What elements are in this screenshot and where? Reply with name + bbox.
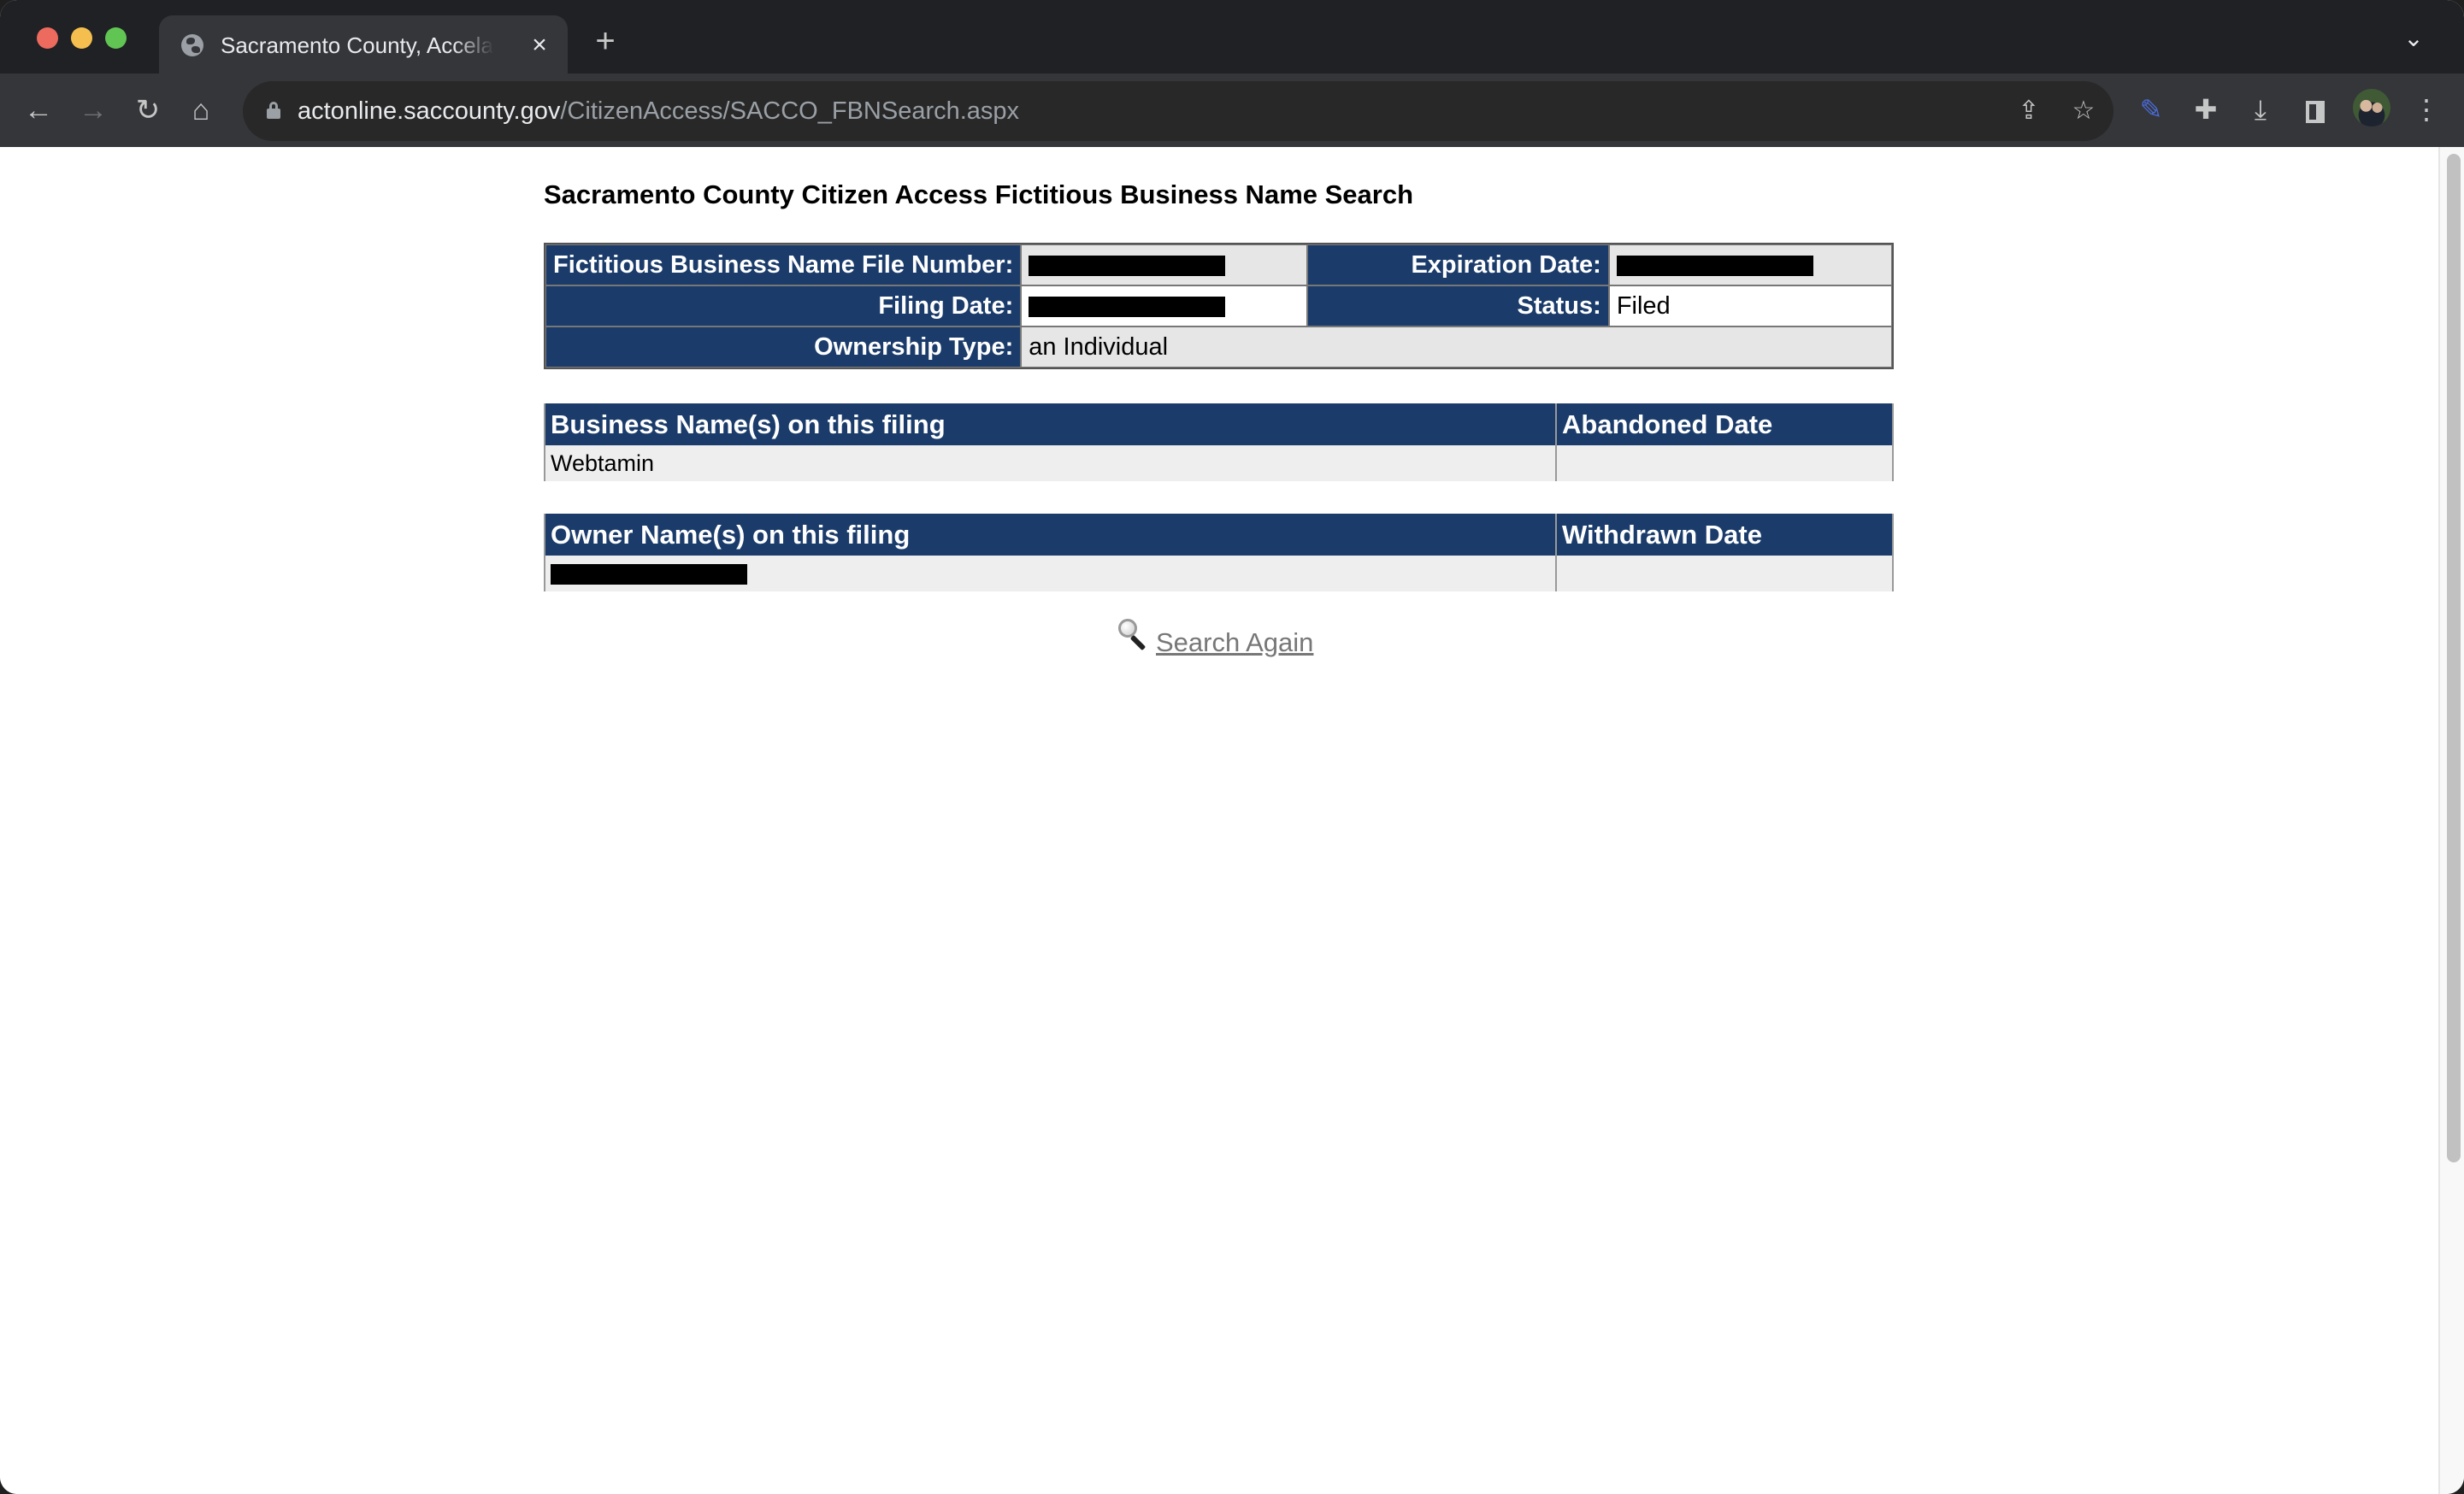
owner-names-table: Owner Name(s) on this filing Withdrawn D… (544, 514, 1894, 591)
abandoned-date-header: Abandoned Date (1555, 403, 1892, 445)
file-number-value (1021, 244, 1308, 285)
details-row: Filing Date: Status: Filed (545, 285, 1892, 326)
minimize-window-button[interactable] (71, 27, 92, 49)
url-path: /CitizenAccess/SACCO_FBNSearch.aspx (560, 97, 1020, 125)
redacted-block (1029, 255, 1226, 276)
profile-avatar[interactable] (2353, 89, 2390, 126)
tab-active[interactable]: Sacramento County, Accela Search × (159, 15, 568, 74)
eyedropper-extension-icon[interactable]: ✎ (2132, 91, 2170, 128)
download-icon[interactable]: ⤓ (2242, 91, 2279, 128)
reload-icon[interactable]: ↻ (128, 91, 168, 130)
close-window-button[interactable] (37, 27, 58, 49)
redacted-block (1616, 255, 1813, 276)
redacted-block (1029, 296, 1226, 317)
status-value: Filed (1608, 285, 1892, 326)
scrollbar-thumb[interactable] (2447, 154, 2461, 1162)
business-names-table: Business Name(s) on this filing Abandone… (544, 403, 1894, 481)
back-icon[interactable]: ← (19, 91, 58, 130)
search-again-label[interactable]: Search Again (1156, 627, 1313, 658)
bookmark-star-icon[interactable]: ☆ (2067, 95, 2100, 127)
tab-title: Sacramento County, Accela Search (221, 32, 494, 58)
business-name-header: Business Name(s) on this filing (545, 403, 1555, 445)
page-content: Sacramento County Citizen Access Fictiti… (0, 147, 2438, 1494)
withdrawn-date-cell (1555, 556, 1892, 591)
redacted-block (551, 564, 747, 585)
details-row: Ownership Type: an Individual (545, 326, 1892, 368)
table-row: Webtamin (545, 445, 1892, 481)
ownership-type-value: an Individual (1021, 326, 1892, 368)
lock-icon[interactable] (267, 102, 280, 119)
home-icon[interactable]: ⌂ (181, 91, 221, 130)
business-name-cell: Webtamin (545, 445, 1555, 481)
maximize-window-button[interactable] (105, 27, 127, 49)
browser-toolbar: ← → ↻ ⌂ actonline.saccounty.gov/CitizenA… (0, 74, 2464, 147)
table-header-row: Business Name(s) on this filing Abandone… (545, 403, 1892, 445)
expiration-date-label: Expiration Date: (1307, 244, 1609, 285)
ownership-type-label: Ownership Type: (545, 326, 1022, 368)
table-row (545, 556, 1892, 591)
tab-strip: Sacramento County, Accela Search × + ⌄ (0, 0, 2464, 74)
url-host: actonline.saccounty.gov (298, 97, 561, 125)
expiration-date-value (1608, 244, 1892, 285)
url-text[interactable]: actonline.saccounty.gov/CitizenAccess/SA… (298, 95, 1019, 127)
extensions-puzzle-icon[interactable]: ✚ (2187, 91, 2225, 128)
page-title: Sacramento County Citizen Access Fictiti… (544, 179, 1414, 209)
abandoned-date-cell (1555, 445, 1892, 481)
share-icon[interactable]: ⇪ (2013, 95, 2045, 127)
globe-icon (181, 34, 203, 56)
details-row: Fictitious Business Name File Number: Ex… (545, 244, 1892, 285)
filing-date-label: Filing Date: (545, 285, 1022, 326)
side-panel-icon[interactable] (2296, 91, 2334, 128)
close-tab-icon[interactable]: × (525, 31, 554, 60)
withdrawn-date-header: Withdrawn Date (1555, 514, 1892, 556)
filing-date-value (1021, 285, 1308, 326)
address-bar[interactable]: actonline.saccounty.gov/CitizenAccess/SA… (243, 81, 2113, 141)
owner-name-cell (545, 556, 1555, 591)
status-label: Status: (1307, 285, 1609, 326)
kebab-menu-icon[interactable]: ⋮ (2408, 91, 2445, 128)
browser-window: Sacramento County, Accela Search × + ⌄ ←… (0, 0, 2464, 1494)
magnifier-icon (1117, 617, 1151, 651)
owner-name-header: Owner Name(s) on this filing (545, 514, 1555, 556)
forward-icon[interactable]: → (74, 91, 113, 130)
table-header-row: Owner Name(s) on this filing Withdrawn D… (545, 514, 1892, 556)
vertical-scrollbar[interactable] (2438, 147, 2464, 1494)
file-number-label: Fictitious Business Name File Number: (545, 244, 1022, 285)
new-tab-button[interactable]: + (590, 24, 621, 58)
filing-details-table: Fictitious Business Name File Number: Ex… (544, 243, 1894, 369)
tab-search-chevron-icon[interactable]: ⌄ (2401, 26, 2426, 51)
